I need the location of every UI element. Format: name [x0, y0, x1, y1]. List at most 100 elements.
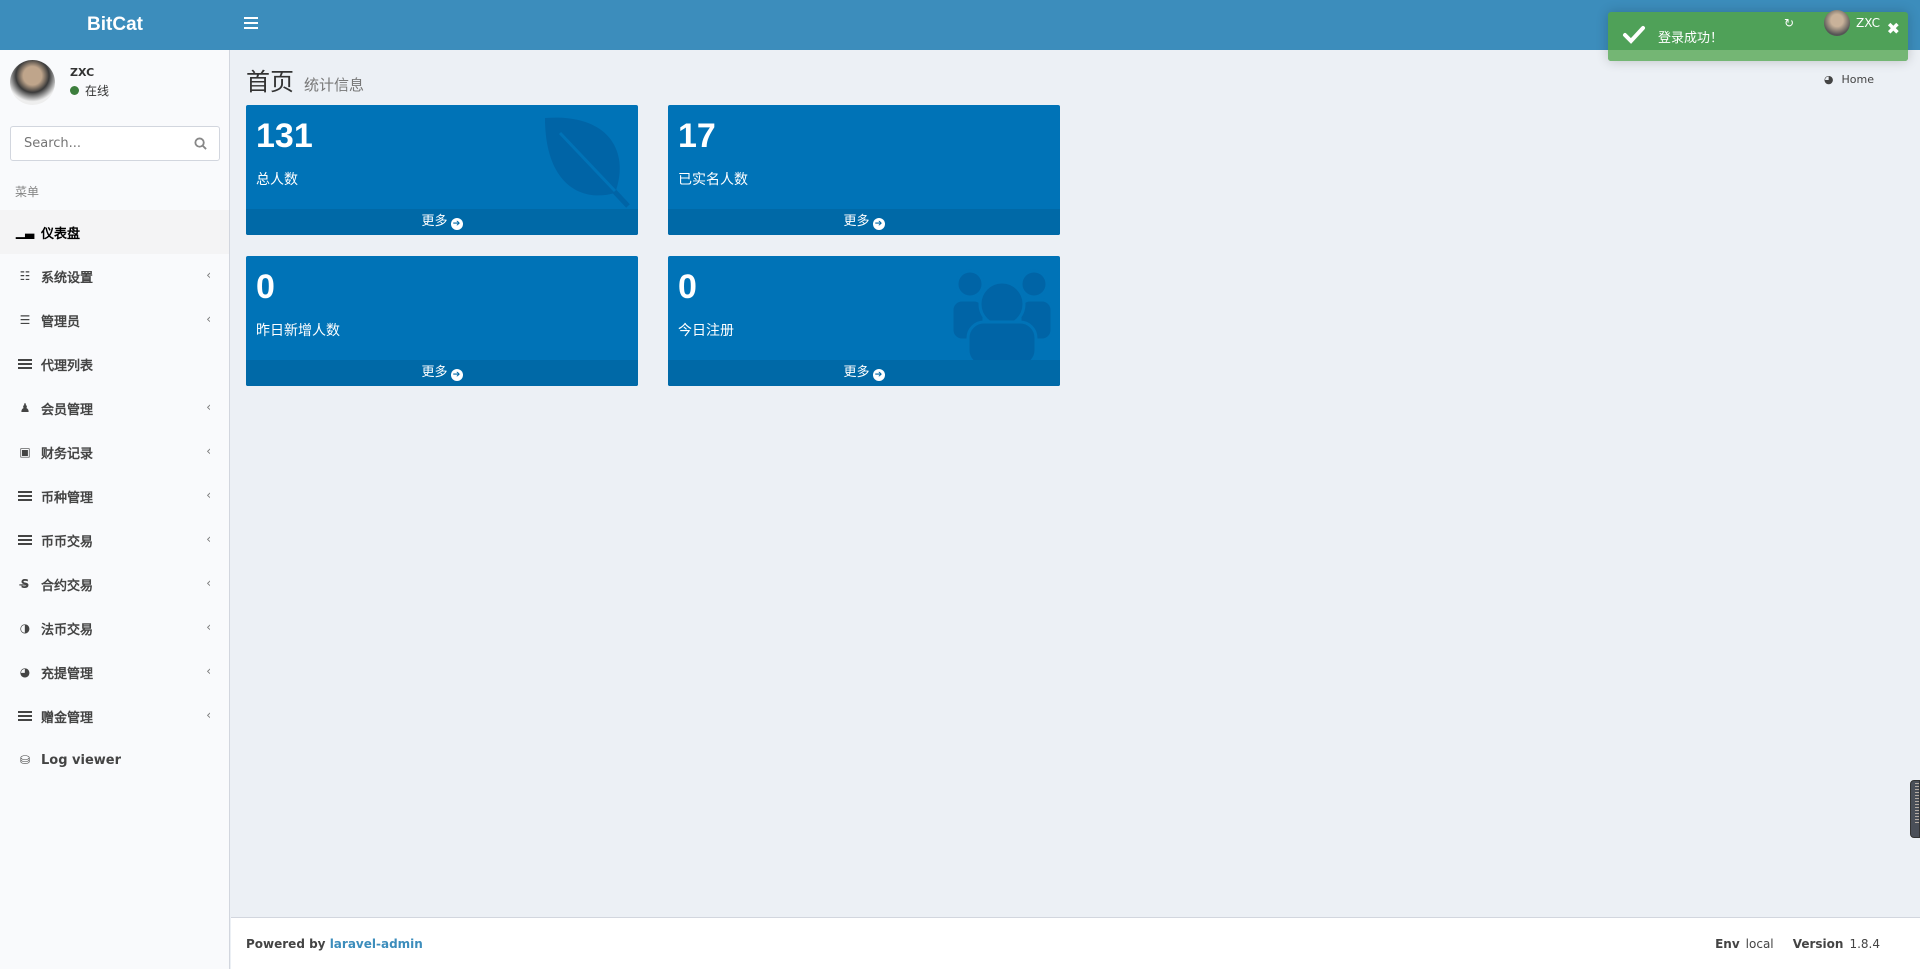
search-icon[interactable] [194, 137, 207, 150]
sidebar-item-9[interactable]: ◑ 法币交易 ‹ [0, 606, 229, 650]
close-icon[interactable]: ✖ [1887, 19, 1900, 38]
sidebar-item-label: 会员管理 [41, 402, 94, 418]
sidebar-item-label: 合约交易 [41, 578, 94, 594]
env-info: Env local Version 1.8.4 [1715, 937, 1880, 951]
bars-icon [17, 489, 33, 503]
refresh-icon[interactable]: ↻ [1784, 16, 1794, 30]
stat-card: 0 今日注册更多 ➔ [668, 256, 1060, 386]
online-dot-icon [70, 86, 79, 95]
powered-text: Powered by [246, 937, 326, 951]
stat-value: 17 [678, 117, 716, 155]
logo[interactable]: BitCat [0, 0, 230, 50]
search-input[interactable] [11, 127, 181, 160]
sidebar-item-label: 法币交易 [41, 622, 94, 638]
menu-header: 菜单 [15, 185, 40, 199]
chevron-left-icon: ‹ [206, 708, 211, 722]
chevron-left-icon: ‹ [206, 312, 211, 326]
sidebar: ZXC 在线 菜单 ▁▃ 仪表盘 ☷ 系统设置 ‹ ☰ 管理员 ‹ 代理列表 ♟ 会员管理 ‹ ▣ 财务记… [0, 50, 230, 969]
sidebar-item-6[interactable]: 币种管理 ‹ [0, 474, 229, 518]
sidebar-item-label: 财务记录 [41, 446, 94, 462]
bars-icon [17, 357, 33, 371]
stat-label: 总人数 [256, 172, 298, 188]
more-text: 更多 [843, 214, 870, 229]
powered-by: Powered by laravel-admin [246, 937, 423, 951]
stat-label: 今日注册 [678, 323, 734, 339]
status-text: 在线 [85, 84, 110, 98]
laravel-admin-link[interactable]: laravel-admin [330, 937, 423, 951]
sidebar-menu: ▁▃ 仪表盘 ☷ 系统设置 ‹ ☰ 管理员 ‹ 代理列表 ♟ 会员管理 ‹ ▣ 财务记录 ‹ 币种管理 ‹ 币币交… [0, 210, 229, 782]
database-icon: ⛁ [19, 753, 31, 767]
money-icon: ▣ [19, 445, 31, 459]
chevron-left-icon: ‹ [206, 576, 211, 590]
sidebar-item-7[interactable]: 币币交易 ‹ [0, 518, 229, 562]
avatar [10, 60, 55, 105]
stat-value: 0 [256, 268, 275, 306]
toast-message: 登录成功！ [1658, 31, 1724, 46]
bars-icon [17, 533, 33, 547]
sidebar-item-3[interactable]: 代理列表 [0, 342, 229, 386]
stat-value: 131 [256, 117, 313, 155]
check-icon [1623, 26, 1645, 44]
sidebar-item-0[interactable]: ▁▃ 仪表盘 [0, 210, 229, 254]
user-status: 在线 [70, 82, 109, 99]
more-text: 更多 [843, 365, 870, 380]
more-text: 更多 [421, 365, 448, 380]
content-header: 首页 统计信息 [246, 62, 364, 97]
sidebar-item-8[interactable]: S̶ 合约交易 ‹ [0, 562, 229, 606]
chevron-left-icon: ‹ [206, 488, 211, 502]
arrow-circle-right-icon: ➔ [872, 218, 885, 230]
user-name: ZXC [70, 66, 95, 79]
users-icon [952, 269, 1052, 364]
more-text: 更多 [421, 214, 448, 229]
arrow-circle-right-icon: ➔ [450, 218, 463, 230]
sidebar-item-1[interactable]: ☷ 系统设置 ‹ [0, 254, 229, 298]
user-menu[interactable]: ZXC [1824, 10, 1880, 36]
toast-progress [1608, 50, 1908, 61]
user-name: ZXC [1856, 16, 1880, 30]
sidebar-item-10[interactable]: ◕ 充提管理 ‹ [0, 650, 229, 694]
stat-label: 昨日新增人数 [256, 323, 340, 339]
server-icon: ☰ [19, 313, 31, 327]
debug-toolbar-handle[interactable] [1910, 780, 1920, 838]
sidebar-item-label: 赠金管理 [41, 710, 94, 726]
more-link[interactable]: 更多 ➔ [246, 209, 638, 235]
sidebar-item-label: Log viewer [41, 752, 122, 768]
page-title: 首页 [246, 68, 294, 96]
chevron-left-icon: ‹ [206, 664, 211, 678]
sidebar-item-2[interactable]: ☰ 管理员 ‹ [0, 298, 229, 342]
sidebar-search [10, 126, 220, 161]
sidebar-item-12[interactable]: ⛁ Log viewer [0, 738, 229, 782]
stat-card: 0 昨日新增人数更多 ➔ [246, 256, 638, 386]
sidebar-item-label: 充提管理 [41, 666, 94, 682]
more-link[interactable]: 更多 ➔ [668, 360, 1060, 386]
stat-label: 已实名人数 [678, 172, 748, 188]
sidebar-toggle-menu-icon[interactable] [244, 17, 258, 29]
sidebar-item-11[interactable]: 赠金管理 ‹ [0, 694, 229, 738]
sidebar-item-4[interactable]: ♟ 会员管理 ‹ [0, 386, 229, 430]
sidebar-item-label: 系统设置 [41, 270, 94, 286]
dashboard-icon: ◕ [1823, 73, 1834, 86]
footer: Powered by laravel-admin Env local Versio… [231, 917, 1920, 969]
version-label: Version [1792, 937, 1844, 951]
sidebar-item-5[interactable]: ▣ 财务记录 ‹ [0, 430, 229, 474]
stat-card: 17 已实名人数更多 ➔ [668, 105, 1060, 235]
chevron-left-icon: ‹ [206, 532, 211, 546]
chevron-left-icon: ‹ [206, 400, 211, 414]
bars-icon [17, 709, 33, 723]
sidebar-item-label: 管理员 [41, 314, 81, 330]
more-link[interactable]: 更多 ➔ [668, 209, 1060, 235]
sidebar-item-label: 代理列表 [41, 358, 94, 374]
breadcrumb[interactable]: ◕ Home [1824, 73, 1874, 86]
sidebar-item-label: 仪表盘 [41, 226, 81, 242]
chevron-left-icon: ‹ [206, 444, 211, 458]
stat-value: 0 [678, 268, 697, 306]
more-link[interactable]: 更多 ➔ [246, 360, 638, 386]
breadcrumb-home[interactable]: Home [1842, 73, 1874, 86]
leaf-icon [545, 117, 630, 208]
sliders-icon: ☷ [19, 269, 31, 283]
env-label: Env [1715, 937, 1740, 951]
page-subtitle: 统计信息 [304, 76, 365, 94]
adjust-icon: ◑ [19, 621, 31, 635]
dashboard-icon: ◕ [19, 665, 31, 679]
stat-card: 131 总人数更多 ➔ [246, 105, 638, 235]
